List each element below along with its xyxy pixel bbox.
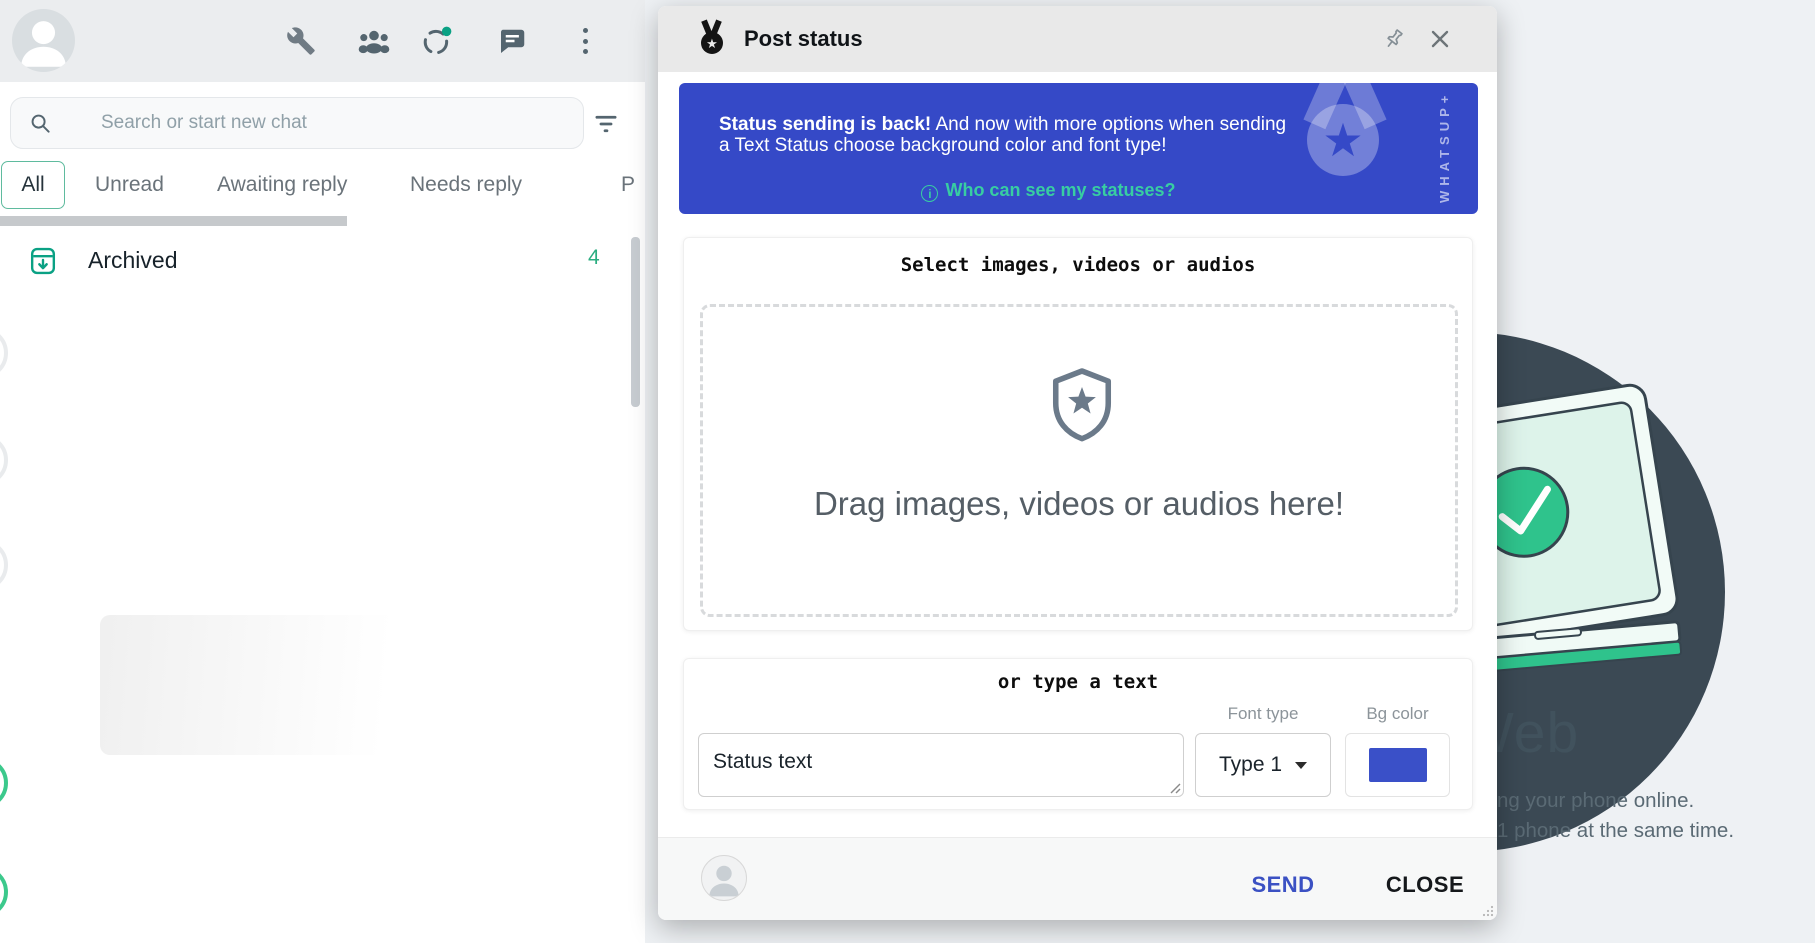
status-button[interactable] [422, 26, 452, 56]
promo-banner: Status sending is back! And now with mor… [679, 83, 1478, 214]
archived-count-badge: 4 [588, 246, 600, 270]
sender-avatar [701, 855, 747, 901]
menu-button[interactable] [581, 26, 589, 56]
font-type-select[interactable]: Type 1 [1195, 733, 1331, 797]
font-type-value: Type 1 [1219, 753, 1282, 777]
filter-button[interactable] [592, 110, 620, 138]
chat-avatar-partial-green-ring [0, 866, 8, 918]
loading-shimmer [100, 615, 540, 755]
star-medal-icon [1307, 104, 1379, 176]
chat-avatar-partial-green-ring [0, 757, 8, 809]
wrench-icon [286, 26, 316, 56]
banner-text: Status sending is back! And now with mor… [719, 114, 1299, 156]
kebab-menu-icon [583, 28, 588, 33]
archived-label: Archived [88, 247, 177, 274]
chat-list-scrollbar[interactable] [631, 237, 640, 407]
search-bar [10, 97, 584, 149]
tab-needs-reply[interactable]: Needs reply [410, 173, 522, 197]
drop-hint-text: Drag images, videos or audios here! [703, 485, 1455, 523]
community-button[interactable] [357, 26, 391, 56]
person-icon [12, 9, 75, 72]
banner-headline-bold: Status sending is back! [719, 114, 931, 135]
tab-awaiting-reply[interactable]: Awaiting reply [217, 173, 347, 197]
upload-heading: Select images, videos or audios [684, 254, 1472, 276]
whatsup-plus-brand: WHATSUP+ [1437, 93, 1452, 203]
media-dropzone[interactable]: Drag images, videos or audios here! [700, 304, 1458, 617]
dialog-close-button[interactable] [1428, 27, 1452, 51]
search-input[interactable] [11, 98, 583, 148]
compose-heading: or type a text [684, 671, 1472, 693]
tab-unread[interactable]: Unread [95, 173, 164, 197]
archived-row[interactable]: Archived 4 [0, 236, 630, 290]
archive-icon [30, 246, 56, 276]
panel-header [0, 0, 645, 82]
chevron-down-icon [1295, 762, 1307, 769]
tools-button[interactable] [286, 26, 316, 56]
close-icon [1428, 27, 1452, 51]
chat-list-panel: All Unread Awaiting reply Needs reply P … [0, 0, 645, 943]
person-icon [702, 856, 746, 900]
status-text-input[interactable]: Status text [698, 733, 1184, 797]
chat-avatar-partial [0, 539, 8, 591]
whatsapp-web-screen: Web ng your phone online. 1 phone at the… [0, 0, 1815, 943]
medal-badge-icon [700, 20, 724, 58]
dialog-resize-handle[interactable] [1481, 904, 1494, 917]
dialog-footer: SEND CLOSE [658, 837, 1497, 920]
upload-card: Select images, videos or audios Drag ima… [683, 237, 1473, 631]
filter-icon [592, 110, 620, 138]
post-status-dialog: Post status Status [658, 6, 1497, 920]
profile-avatar[interactable] [12, 9, 75, 72]
bg-color-swatch [1369, 748, 1427, 782]
dialog-title: Post status [744, 6, 863, 72]
tagline-line2-fragment: 1 phone at the same time. [1497, 819, 1734, 843]
status-ring-icon [422, 26, 452, 56]
info-icon: i [921, 185, 938, 202]
tagline-line1-fragment: ng your phone online. [1497, 789, 1694, 813]
bg-color-picker[interactable] [1345, 733, 1450, 797]
pin-button[interactable] [1382, 27, 1406, 51]
tabs-horizontal-scrollbar[interactable] [0, 216, 347, 226]
close-button[interactable]: CLOSE [1370, 872, 1480, 898]
chat-avatar-partial [0, 434, 8, 486]
tab-all[interactable]: All [1, 161, 65, 209]
tab-truncated[interactable]: P [621, 173, 635, 197]
shield-star-icon [1047, 367, 1117, 445]
chat-bubble-icon [497, 26, 527, 56]
people-group-icon [357, 26, 391, 56]
chat-avatar-partial [0, 327, 8, 379]
dialog-header: Post status [658, 6, 1497, 72]
who-can-see-statuses-link[interactable]: iWho can see my statuses? [679, 180, 1418, 202]
new-chat-button[interactable] [497, 26, 527, 56]
font-type-label: Font type [1195, 704, 1331, 724]
send-button[interactable]: SEND [1233, 872, 1333, 898]
compose-card: or type a text Font type Bg color Status… [683, 658, 1473, 810]
pin-icon [1382, 27, 1406, 51]
bg-color-label: Bg color [1345, 704, 1450, 724]
